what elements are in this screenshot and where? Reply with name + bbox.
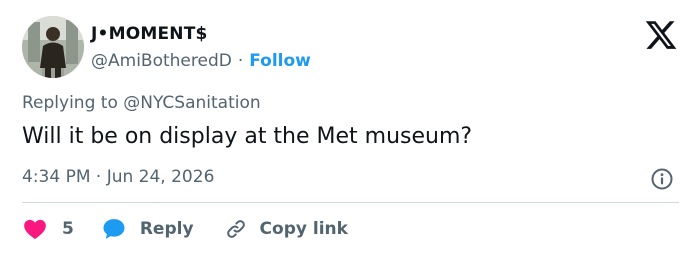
author-handle[interactable]: @AmiBotheredD	[91, 51, 232, 71]
replying-mention[interactable]: @NYCSanitation	[123, 93, 260, 113]
copy-link-button[interactable]: Copy link	[224, 217, 348, 241]
heart-icon	[24, 219, 46, 240]
author-handle-row: @AmiBotheredD · Follow	[91, 49, 311, 73]
separator-dot: ·	[237, 51, 244, 71]
like-button[interactable]: 5	[22, 216, 74, 242]
author-display-name[interactable]: J•MOMENT$	[91, 24, 208, 44]
replying-to: Replying to @NYCSanitation	[22, 93, 261, 113]
tweet-text: Will it be on display at the Met museum?	[22, 124, 473, 149]
copy-link-label: Copy link	[259, 219, 348, 239]
link-icon	[226, 220, 245, 238]
avatar-image	[22, 16, 84, 78]
chat-bubble-icon	[103, 219, 125, 239]
follow-button[interactable]: Follow	[249, 51, 311, 71]
like-count: 5	[62, 219, 74, 239]
info-icon[interactable]	[650, 167, 674, 191]
tweet-timestamp[interactable]: 4:34 PM · Jun 24, 2026	[22, 167, 214, 187]
tweet-card: J•MOMENT$ @AmiBotheredD · Follow Replyin…	[0, 0, 700, 256]
x-logo-icon[interactable]	[644, 18, 678, 52]
reply-button[interactable]: Reply	[100, 215, 194, 243]
avatar[interactable]	[22, 16, 84, 78]
action-bar: 5 Reply Copy link	[22, 214, 348, 244]
reply-label: Reply	[139, 219, 194, 239]
author-name-row: J•MOMENT$	[91, 22, 208, 46]
replying-prefix: Replying to	[22, 93, 118, 113]
divider	[22, 202, 679, 203]
